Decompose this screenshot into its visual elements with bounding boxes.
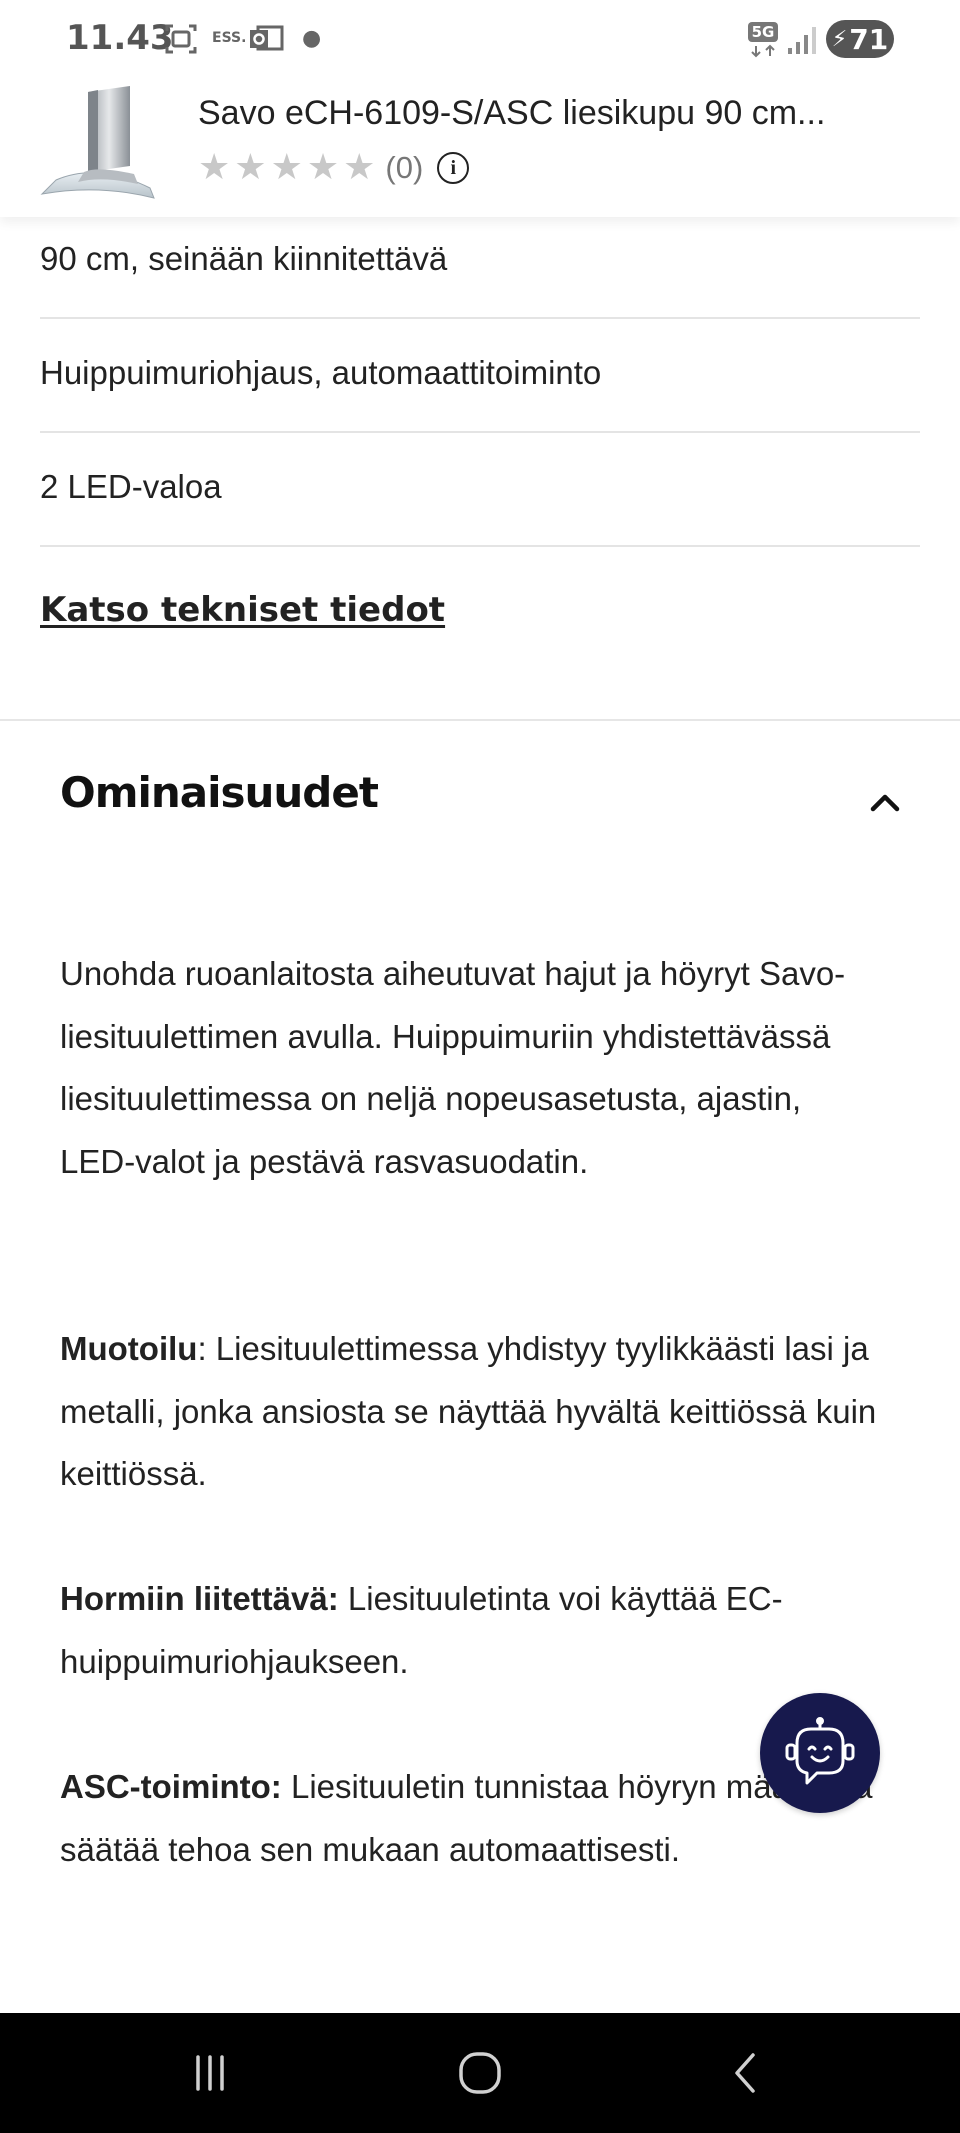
feature-paragraph: ASC-toiminto: Liesituuletin tunnistaa hö… xyxy=(60,1756,880,1881)
star-rating: ★ ★ ★ ★ ★ xyxy=(198,150,375,186)
technical-details-link[interactable]: Katso tekniset tiedot xyxy=(40,590,445,630)
star-icon: ★ xyxy=(270,147,303,188)
spec-item: Huippuimuriohjaus, automaattitoiminto xyxy=(40,354,602,391)
features-intro: Unohda ruoanlaitosta aiheutuvat hajut ja… xyxy=(60,955,846,1180)
star-icon: ★ xyxy=(306,147,340,188)
product-rating[interactable]: ★ ★ ★ ★ ★ (0) i xyxy=(198,150,470,186)
feature-label: Hormiin liitettävä: xyxy=(60,1580,339,1617)
home-icon xyxy=(459,2052,501,2094)
product-thumbnail[interactable] xyxy=(38,80,170,205)
chat-assistant-button[interactable] xyxy=(760,1693,880,1813)
divider xyxy=(40,431,920,433)
status-time: 11.43 xyxy=(66,18,174,58)
recent-apps-icon xyxy=(196,2055,224,2091)
home-button[interactable] xyxy=(440,2013,520,2133)
screenshot-icon xyxy=(165,24,197,54)
star-icon: ★ xyxy=(198,147,231,188)
feature-label: ASC-toiminto: xyxy=(60,1768,282,1805)
back-button[interactable] xyxy=(705,2013,785,2133)
5g-icon: 5G xyxy=(748,22,778,58)
features-section-title[interactable]: Ominaisuudet xyxy=(60,768,379,817)
charging-bolt-icon: ⚡ xyxy=(831,26,848,52)
ess-icon: ESS. xyxy=(212,30,247,46)
spec-item: 2 LED-valoa xyxy=(40,468,222,505)
feature-paragraph: Hormiin liitettävä: Liesituuletinta voi … xyxy=(60,1568,880,1693)
review-count[interactable]: (0) xyxy=(385,150,423,186)
battery-indicator: ⚡ 71 xyxy=(826,20,894,58)
back-icon xyxy=(735,2053,755,2093)
spec-item: 90 cm, seinään kiinnitettävä xyxy=(40,240,448,277)
robot-icon xyxy=(785,1717,855,1785)
outlook-icon xyxy=(250,25,284,51)
feature-paragraph: Muotoilu: Liesituulettimessa yhdistyy ty… xyxy=(60,1318,880,1506)
section-divider xyxy=(0,719,960,721)
battery-level: 71 xyxy=(849,22,889,56)
network-type-label: 5G xyxy=(752,23,775,41)
feature-label: Muotoilu xyxy=(60,1330,198,1367)
recent-apps-button[interactable] xyxy=(170,2013,250,2133)
product-header[interactable]: Savo eCH-6109-S/ASC liesikupu 90 cm... ★… xyxy=(0,72,960,217)
dot-icon: ● xyxy=(302,26,322,51)
navigation-bar xyxy=(0,2013,960,2133)
star-icon: ★ xyxy=(343,147,376,188)
product-title: Savo eCH-6109-S/ASC liesikupu 90 cm... xyxy=(198,94,826,132)
signal-icon xyxy=(788,27,816,54)
chevron-up-icon[interactable] xyxy=(868,786,902,820)
star-icon: ★ xyxy=(234,147,267,188)
divider xyxy=(40,545,920,547)
divider xyxy=(40,317,920,319)
status-bar: 11.43 ESS. ● 5G ⚡ 71 xyxy=(0,0,960,80)
info-icon[interactable]: i xyxy=(437,152,470,184)
